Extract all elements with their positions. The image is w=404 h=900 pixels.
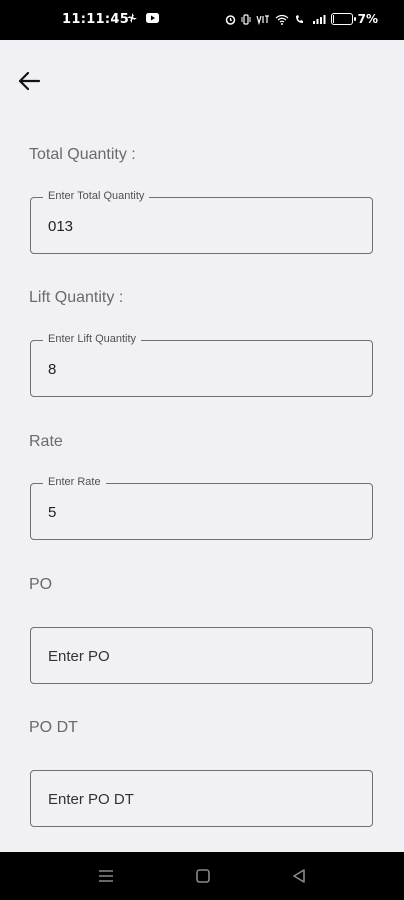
lift-quantity-field[interactable]: Enter Lift Quantity 8 xyxy=(30,333,373,397)
status-time: 11:11:45 xyxy=(62,12,130,27)
lift-quantity-legend: Enter Lift Quantity xyxy=(43,333,142,345)
lift-quantity-value: 8 xyxy=(48,361,57,378)
po-label: PO xyxy=(29,576,53,593)
rate-legend: Enter Rate xyxy=(43,476,106,488)
alarm-icon xyxy=(225,14,235,25)
total-quantity-value: 013 xyxy=(48,218,74,235)
po-dt-label: PO DT xyxy=(29,719,78,736)
navigation-bar xyxy=(0,852,404,900)
square-icon xyxy=(196,869,210,883)
home-button[interactable] xyxy=(192,866,214,886)
rate-value: 5 xyxy=(48,504,57,521)
fan-icon xyxy=(127,13,137,23)
call-icon xyxy=(295,14,303,23)
battery-icon xyxy=(330,13,356,25)
rate-field[interactable]: Enter Rate 5 xyxy=(30,476,373,540)
rate-label: Rate xyxy=(29,433,63,450)
vibrate-icon xyxy=(241,13,251,25)
po-placeholder: Enter PO xyxy=(48,648,110,665)
status-bar: 11:11:45 7% xyxy=(0,0,404,40)
notification-icons xyxy=(126,12,159,24)
battery-percent: 7% xyxy=(357,12,378,26)
total-quantity-label: Total Quantity : xyxy=(29,146,136,163)
back-nav-button[interactable] xyxy=(288,866,310,886)
menu-icon xyxy=(99,870,113,882)
total-quantity-field[interactable]: Enter Total Quantity 013 xyxy=(30,190,373,254)
back-button[interactable] xyxy=(14,66,44,96)
recents-button[interactable] xyxy=(95,866,117,886)
arrow-left-icon xyxy=(18,71,41,91)
signal-icon xyxy=(312,14,326,24)
lift-quantity-label: Lift Quantity : xyxy=(29,289,124,306)
system-status-icons: 7% xyxy=(225,12,378,26)
po-dt-placeholder: Enter PO DT xyxy=(48,791,134,808)
youtube-icon xyxy=(146,13,159,23)
po-field[interactable]: Enter PO xyxy=(30,627,373,684)
volte-icon xyxy=(256,14,269,25)
total-quantity-legend: Enter Total Quantity xyxy=(43,190,150,202)
wifi-icon xyxy=(275,14,289,25)
battery-fill xyxy=(332,15,334,23)
triangle-back-icon xyxy=(293,869,305,883)
po-dt-field[interactable]: Enter PO DT xyxy=(30,770,373,827)
